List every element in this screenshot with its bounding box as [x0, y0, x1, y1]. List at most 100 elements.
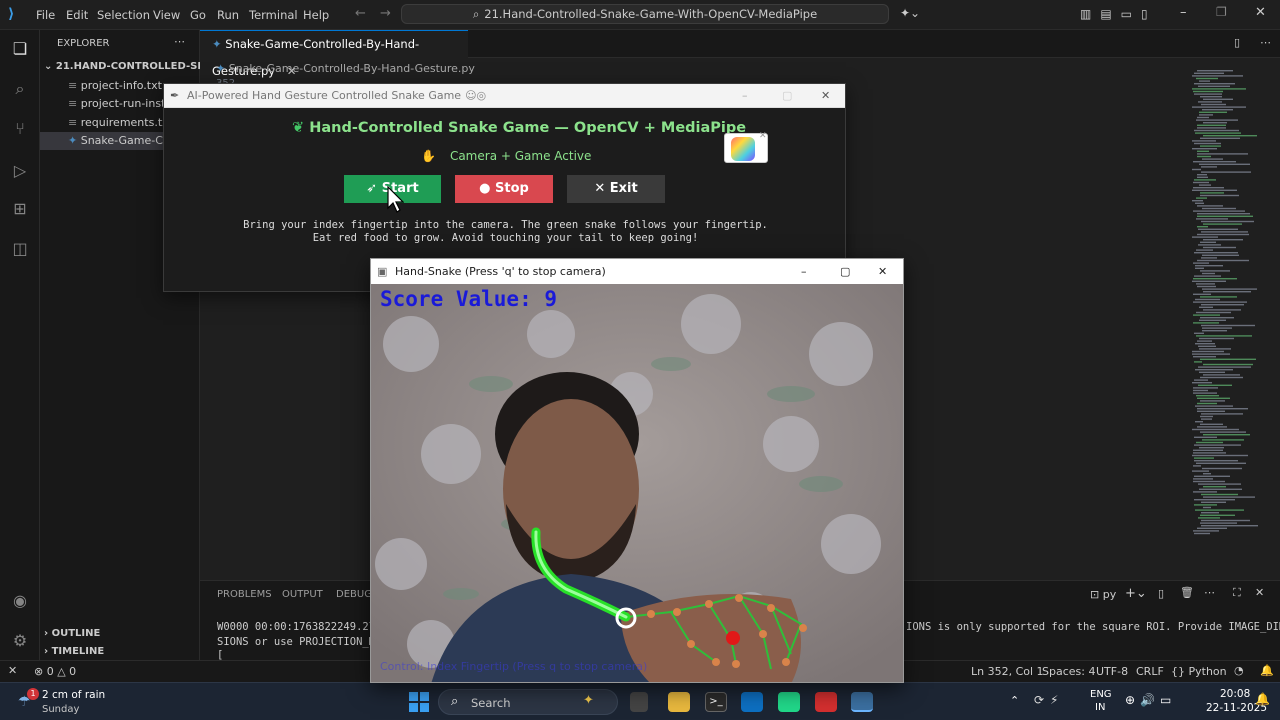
app-close-icon[interactable]: ✕ — [821, 84, 830, 108]
opencv-window-icon: ▣ — [377, 265, 388, 278]
vscode-app-icon[interactable] — [741, 692, 763, 712]
camera-feed[interactable]: Score Value: 9 Control: Index Fingertip … — [371, 284, 903, 682]
terminal-profile[interactable]: ⊡ py — [1090, 588, 1116, 601]
explorer-title: EXPLORER — [57, 38, 110, 49]
back-arrow-icon[interactable]: ← — [355, 6, 366, 21]
cursor-position[interactable]: Ln 352, Col 1 — [971, 665, 1044, 678]
timeline-label: TIMELINE — [51, 646, 105, 657]
command-center-label: 21.Hand-Controlled-Snake-Game-With-OpenC… — [484, 7, 818, 21]
language-lang2[interactable]: IN — [1095, 702, 1105, 713]
file-explorer-icon[interactable] — [668, 692, 690, 712]
stop-button[interactable]: ● Stop — [455, 175, 553, 203]
logo-close-icon[interactable]: ✕ — [759, 131, 767, 141]
app-status: ✋ Camera + Game Active — [421, 149, 591, 163]
tray-icons[interactable]: ⟳⚡ — [1034, 693, 1064, 707]
pycharm-app-icon[interactable] — [778, 692, 800, 712]
indentation[interactable]: Spaces: 4 — [1042, 665, 1095, 678]
panel-more-icon[interactable]: ⋯ — [1204, 586, 1215, 599]
explorer-icon[interactable]: ❏ — [9, 38, 31, 60]
terminal-line-2: SIONS or use PROJECTION_MA — [217, 636, 382, 648]
more-icon[interactable]: ⋯ — [1260, 36, 1271, 49]
instructions-line-2: Eat red food to grow. Avoid touching you… — [312, 232, 699, 244]
menu-edit[interactable]: Edit — [66, 8, 88, 22]
problems-indicator[interactable]: ⊗ 0 △ 0 — [34, 665, 76, 678]
line-ending[interactable]: CRLF — [1136, 665, 1164, 678]
taskbar-search[interactable]: ⌕ Search ✦ — [438, 689, 618, 715]
task-view-icon[interactable] — [630, 692, 648, 712]
breadcrumb-label: Snake-Game-Controlled-By-Hand-Gesture.py — [228, 62, 475, 75]
warning-count: 0 — [69, 665, 77, 678]
tab-snake-game[interactable]: ✦ Snake-Game-Controlled-By-Hand-Gesture.… — [200, 30, 468, 78]
outline-section[interactable]: › OUTLINE — [44, 628, 100, 639]
language-mode[interactable]: {} Python — [1171, 665, 1227, 678]
camera-minimize-icon[interactable]: – — [801, 259, 807, 284]
settings-gear-icon[interactable]: ⚙ — [9, 630, 31, 652]
menu-go[interactable]: Go — [190, 8, 206, 22]
tray-chevron-icon[interactable]: ⌃ — [1010, 694, 1019, 707]
more-actions-icon[interactable]: ⋯ — [174, 35, 185, 48]
account-icon[interactable]: ◉ — [9, 590, 31, 612]
forward-arrow-icon[interactable]: → — [380, 6, 391, 21]
feather-icon: ✒ — [170, 89, 180, 102]
network-volume-battery-icons[interactable]: ⊕🔊▭ — [1125, 693, 1176, 707]
minimize-icon[interactable]: – — [1180, 5, 1187, 20]
language-lang1[interactable]: ENG — [1090, 689, 1112, 700]
command-center[interactable]: ⌕ 21.Hand-Controlled-Snake-Game-With-Open… — [401, 4, 889, 24]
windows-start-icon[interactable] — [409, 692, 429, 712]
terminal-app-icon[interactable]: >_ — [705, 692, 727, 712]
exit-button[interactable]: ✕ Exit — [567, 175, 665, 203]
chat-icon[interactable]: ◫ — [9, 238, 31, 260]
menu-run[interactable]: Run — [217, 8, 239, 22]
menu-file[interactable]: File — [36, 8, 55, 22]
instructions-line-1: Bring your index fingertip into the came… — [243, 219, 768, 231]
restore-icon[interactable]: ❐ — [1216, 5, 1227, 19]
split-editor-icon[interactable]: ▯ — [1234, 36, 1240, 49]
close-panel-icon[interactable]: ✕ — [1255, 586, 1264, 599]
camera-footer-hint: Control: Index Fingertip (Press q to sto… — [380, 660, 648, 673]
breadcrumb[interactable]: ✦ Snake-Game-Controlled-By-Hand-Gesture.… — [216, 62, 475, 75]
new-terminal-icon[interactable]: +⌄ — [1125, 586, 1147, 601]
trash-icon[interactable]: 🗑 — [1180, 586, 1194, 599]
run-debug-icon[interactable]: ▷ — [9, 160, 31, 182]
food-red — [726, 631, 740, 645]
copilot-icon[interactable]: ✦⌄ — [900, 6, 920, 20]
python-file-icon: ✦ — [216, 62, 229, 75]
app-maximize-icon[interactable]: ▢ — [782, 84, 792, 108]
file-label: project-info.txt — [80, 79, 162, 92]
close-icon[interactable]: ✕ — [1255, 5, 1266, 20]
hand-icon: ✋ — [421, 149, 436, 163]
source-control-icon[interactable]: ⑂ — [9, 118, 31, 140]
taskbar-search-label: Search — [471, 696, 511, 710]
python-window-icon[interactable] — [851, 692, 873, 712]
search-icon: ⌕ — [472, 7, 480, 21]
extensions-icon[interactable]: ⊞ — [9, 198, 31, 220]
camera-window-title: Hand-Snake (Press 'q' to stop camera) — [395, 265, 606, 278]
menu-selection[interactable]: Selection — [97, 8, 150, 22]
maximize-panel-icon[interactable]: ⛶ — [1233, 586, 1241, 600]
camera-close-icon[interactable]: ✕ — [878, 259, 887, 284]
encoding[interactable]: UTF-8 — [1096, 665, 1128, 678]
camera-maximize-icon[interactable]: ▢ — [840, 259, 850, 284]
copilot-status-icon[interactable]: ◔ — [1234, 664, 1244, 677]
title-bar: ⟩ File Edit Selection View Go Run Termin… — [0, 0, 1280, 30]
app-heading-text: Hand-Controlled Snake Game — OpenCV + Me… — [309, 120, 747, 136]
remote-icon[interactable]: ✕ — [8, 664, 17, 677]
red-app-icon[interactable] — [815, 692, 837, 712]
minimap[interactable] — [1188, 70, 1268, 540]
search-icon[interactable]: ⌕ — [9, 78, 31, 100]
menu-help[interactable]: Help — [303, 8, 329, 22]
menu-terminal[interactable]: Terminal — [249, 8, 298, 22]
weather-widget[interactable]: ☂ 1 2 cm of rain Sunday — [14, 686, 134, 718]
app-title-bar: ✒ AI-Powered Hand Gesture Controlled Sna… — [164, 84, 845, 108]
panel-tab-output[interactable]: OUTPUT — [282, 589, 323, 600]
split-terminal-icon[interactable]: ▯ — [1158, 587, 1164, 600]
clock-time[interactable]: 20:08 — [1220, 688, 1250, 700]
rocket-icon: ➶ — [366, 181, 382, 196]
notification-bell-icon[interactable]: 🔔 — [1255, 692, 1270, 706]
app-minimize-icon[interactable]: – — [742, 84, 748, 108]
menu-view[interactable]: View — [153, 8, 180, 22]
layout-icons[interactable]: ▥▤▭▯ — [1080, 7, 1157, 21]
timeline-section[interactable]: › TIMELINE — [44, 646, 104, 657]
panel-tab-problems[interactable]: PROBLEMS — [217, 589, 272, 600]
notifications-icon[interactable]: 🔔 — [1260, 664, 1274, 677]
